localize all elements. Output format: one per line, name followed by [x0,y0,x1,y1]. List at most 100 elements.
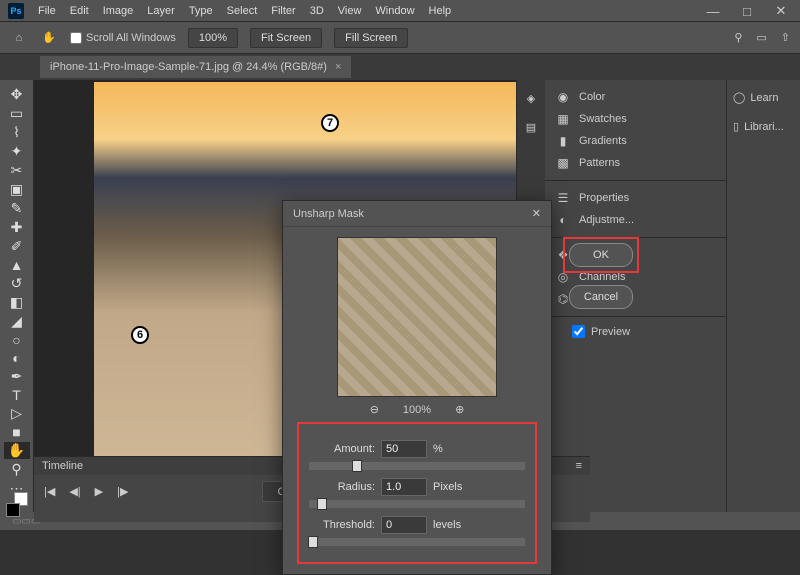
crop-tool-icon[interactable]: ✂ [4,162,30,179]
scroll-all-label: Scroll All Windows [86,32,176,44]
radius-input[interactable] [381,478,427,496]
preview-checkbox[interactable] [572,325,585,338]
panel-color[interactable]: ◉Color [545,86,726,108]
timeline-first-icon[interactable]: |◀ [44,485,55,498]
home-icon[interactable]: ⌂ [10,29,28,47]
stamp-tool-icon[interactable]: ▲ [4,257,30,273]
threshold-slider[interactable] [309,538,525,546]
threshold-unit: levels [433,519,461,531]
panel-patterns[interactable]: ▩Patterns [545,152,726,174]
workspace-icon[interactable]: ▭ [756,31,766,44]
strip-icon[interactable]: ▤ [526,121,536,134]
move-tool-icon[interactable]: ✥ [4,86,30,103]
shape-tool-icon[interactable]: ■ [4,424,30,440]
gradients-icon: ▮ [555,134,571,148]
amount-input[interactable] [381,440,427,458]
learn-icon: ◯ [733,91,745,104]
zoom-out-icon[interactable]: ⊖ [370,403,379,416]
ps-app-icon: Ps [8,3,24,19]
callout-badge-6: 6 [131,326,149,344]
preview-label: Preview [591,326,630,338]
menu-bar: Ps File Edit Image Layer Type Select Fil… [0,0,800,22]
menu-edit[interactable]: Edit [70,5,89,17]
adjustments-icon: ◐ [555,213,571,227]
type-tool-icon[interactable]: T [4,387,30,403]
timeline-prev-icon[interactable]: ◀| [69,485,80,498]
timeline-next-icon[interactable]: |▶ [117,485,128,498]
radius-label: Radius: [309,481,375,493]
panel-properties[interactable]: ☰Properties [545,187,726,209]
ok-button[interactable]: OK [569,243,633,267]
zoom-tool-icon[interactable]: ⚲ [4,461,30,478]
unsharp-mask-dialog: Unsharp Mask ✕ ⊖ 100% ⊕ Amount: % Radius… [282,200,552,575]
share-icon[interactable]: ⇧ [781,31,790,44]
panel-adjustments[interactable]: ◐Adjustme... [545,209,726,231]
timeline-menu-icon[interactable]: ≡ [576,460,582,472]
minimize-icon[interactable]: — [698,3,728,19]
strip-icon[interactable]: ◈ [527,92,535,105]
fill-screen-button[interactable]: Fill Screen [334,28,408,48]
wand-tool-icon[interactable]: ✦ [4,143,30,160]
path-tool-icon[interactable]: ▷ [4,405,30,422]
frame-tool-icon[interactable]: ▣ [4,181,30,198]
radius-slider[interactable] [309,500,525,508]
document-tab[interactable]: iPhone-11-Pro-Image-Sample-71.jpg @ 24.4… [40,56,351,78]
amount-slider[interactable] [309,462,525,470]
threshold-label: Threshold: [309,519,375,531]
history-brush-icon[interactable]: ↺ [4,275,30,292]
healing-tool-icon[interactable]: ✚ [4,219,30,236]
document-tab-bar: iPhone-11-Pro-Image-Sample-71.jpg @ 24.4… [0,54,800,80]
color-swatches[interactable] [6,503,28,506]
zoom-in-icon[interactable]: ⊕ [455,403,464,416]
eraser-tool-icon[interactable]: ◧ [4,294,30,311]
menu-help[interactable]: Help [429,5,452,17]
menu-layer[interactable]: Layer [147,5,175,17]
patterns-icon: ▩ [555,156,571,170]
swatches-icon: ▦ [555,112,571,126]
timeline-play-icon[interactable]: ▶ [95,485,103,498]
menu-file[interactable]: File [38,5,56,17]
gradient-tool-icon[interactable]: ◢ [4,313,30,330]
scroll-all-checkbox[interactable] [70,32,82,44]
filter-preview[interactable] [337,237,497,397]
fit-screen-button[interactable]: Fit Screen [250,28,322,48]
amount-unit: % [433,443,443,455]
menu-window[interactable]: Window [375,5,414,17]
menu-image[interactable]: Image [103,5,134,17]
properties-icon: ☰ [555,191,571,205]
panel-learn[interactable]: ◯Learn [731,88,796,107]
eyedropper-tool-icon[interactable]: ✎ [4,200,30,217]
hand-tool-icon[interactable]: ✋ [4,442,30,459]
document-tab-label: iPhone-11-Pro-Image-Sample-71.jpg @ 24.4… [50,61,327,73]
menu-3d[interactable]: 3D [310,5,324,17]
threshold-input[interactable] [381,516,427,534]
maximize-icon[interactable]: □ [732,3,762,19]
callout-badge-7: 7 [321,114,339,132]
lasso-tool-icon[interactable]: ⌇ [4,124,30,141]
menu-view[interactable]: View [338,5,362,17]
pen-tool-icon[interactable]: ✒ [4,368,30,385]
zoom-level: 100% [403,404,431,416]
dodge-tool-icon[interactable]: ◐ [4,350,30,366]
marquee-tool-icon[interactable]: ▭ [4,105,30,122]
tab-close-icon[interactable]: × [335,61,341,73]
panel-libraries[interactable]: ▯Librari... [731,117,796,136]
color-icon: ◉ [555,90,571,104]
blur-tool-icon[interactable]: ○ [4,332,30,348]
timeline-title: Timeline [42,460,83,472]
dialog-close-icon[interactable]: ✕ [532,207,541,220]
close-icon[interactable]: ✕ [766,3,796,19]
options-bar: ⌂ ✋ Scroll All Windows 100% Fit Screen F… [0,22,800,54]
zoom-display[interactable]: 100% [188,28,238,48]
libraries-icon: ▯ [733,120,739,133]
search-icon[interactable]: ⚲ [734,31,742,44]
menu-select[interactable]: Select [227,5,258,17]
menu-filter[interactable]: Filter [271,5,295,17]
hand-tool-icon[interactable]: ✋ [40,29,58,47]
panel-gradients[interactable]: ▮Gradients [545,130,726,152]
menu-type[interactable]: Type [189,5,213,17]
cancel-button[interactable]: Cancel [569,285,633,309]
brush-tool-icon[interactable]: ✐ [4,238,30,255]
panel-swatches[interactable]: ▦Swatches [545,108,726,130]
radius-unit: Pixels [433,481,462,493]
